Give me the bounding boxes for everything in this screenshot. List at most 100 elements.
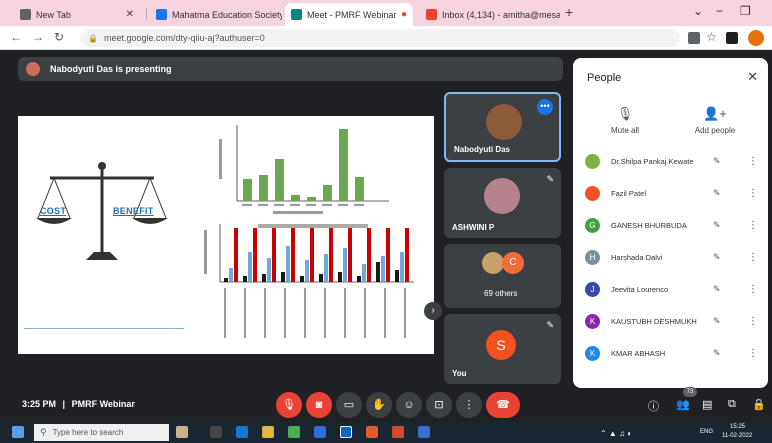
end-call-button[interactable]: ☎ (486, 392, 520, 418)
figure-bar (395, 270, 399, 282)
participant-name: Jeevita Lourenco (611, 284, 669, 294)
url-text: meet.google.com/dty-qiiu-aj?authuser=0 (103, 33, 265, 43)
tab-title: Meet - PMRF Webinar (307, 9, 397, 20)
browser-tab-meet[interactable]: Meet - PMRF Webinar ● (285, 3, 413, 26)
raise-hand-button[interactable]: ✋ (366, 392, 392, 418)
tab-title: Mahatma Education Society - Cl (172, 9, 282, 20)
clock-date[interactable]: 11-02-2022 (722, 433, 752, 439)
more-options-button[interactable]: ⋮ (456, 392, 482, 418)
browser-tab-new-tab[interactable]: New Tab ✕ (14, 3, 140, 26)
recording-dot-icon[interactable]: ● (401, 9, 407, 20)
camera-toggle-button[interactable]: ◙ (306, 392, 332, 418)
add-people-button[interactable]: 👤+ Add people (675, 106, 755, 135)
participant-avatar: J (585, 281, 600, 297)
close-icon[interactable]: ✕ (747, 69, 758, 85)
browser-tab-mes[interactable]: Mahatma Education Society - Cl ✕ (150, 3, 282, 26)
meeting-details-icon[interactable]: ⓘ (648, 398, 659, 414)
figure-bar (272, 228, 276, 282)
store-icon[interactable] (288, 426, 300, 438)
mic-off-icon: ✎ (713, 187, 721, 198)
meeting-separator: | (62, 399, 66, 409)
more-options-icon[interactable]: ⋮ (748, 284, 758, 295)
file-explorer-icon[interactable] (262, 426, 274, 438)
list-item[interactable]: K KAUSTUBH DESHMUKH ✎ ⋮ (573, 306, 768, 336)
more-options-icon[interactable]: ⋮ (748, 156, 758, 167)
mic-off-icon: ✎ (713, 347, 721, 358)
scroll-right-button[interactable]: › (424, 302, 442, 320)
participant-tile-ashwini[interactable]: ✎ ASHWINI P (444, 168, 561, 238)
mic-off-icon: ✎ (546, 174, 554, 184)
app-icon[interactable] (314, 426, 326, 438)
app-icon[interactable] (418, 426, 430, 438)
system-tray-icons[interactable]: ⌃ ▲ ♫ ◐ (600, 429, 632, 438)
tab-title: Inbox (4,134) - amitha@mesac.in (442, 9, 560, 20)
lock-icon: 🔒 (88, 33, 98, 43)
more-options-icon[interactable]: ••• (537, 99, 553, 115)
widgets-icon[interactable] (176, 426, 188, 438)
more-options-icon[interactable]: ⋮ (748, 348, 758, 359)
figure-bar (281, 272, 285, 282)
new-tab-button[interactable]: + (565, 4, 573, 20)
people-panel: People ✕ 🎙 Mute all 👤+ Add people Dr.Shi… (573, 58, 768, 388)
chrome-app-icon[interactable] (340, 426, 352, 438)
forward-icon[interactable]: → (32, 30, 44, 44)
list-item[interactable]: K KMAR ABHASH ✎ ⋮ (573, 338, 768, 368)
participant-photo (486, 104, 522, 140)
more-options-icon[interactable]: ⋮ (748, 252, 758, 263)
taskbar-search-box[interactable]: ⚲ Type here to search (34, 424, 169, 441)
add-people-label: Add people (694, 126, 736, 135)
clock-time[interactable]: 15:25 (730, 424, 745, 430)
list-item[interactable]: H Harshada Dalvi ✎ ⋮ (573, 242, 768, 272)
app-icon[interactable] (366, 426, 378, 438)
participant-name: KAUSTUBH DESHMUKH (611, 316, 697, 326)
language-indicator[interactable]: ENG (700, 429, 713, 435)
camera-indicator-icon[interactable] (688, 32, 700, 44)
people-icon[interactable]: 👥 (676, 398, 690, 411)
mic-toggle-button[interactable]: 🎙 (276, 392, 302, 418)
url-bar[interactable]: 🔒 meet.google.com/dty-qiiu-aj?authuser=0 (80, 29, 680, 47)
more-options-icon[interactable]: ⋮ (748, 188, 758, 199)
participant-tile-presenter[interactable]: ••• Nabodyuti Das (444, 92, 561, 162)
participant-tile-others[interactable]: C 69 others (444, 244, 561, 308)
participant-avatar: H (585, 249, 600, 265)
chat-icon[interactable]: ▤ (702, 398, 712, 411)
list-item[interactable]: Fazil Patel ✎ ⋮ (573, 178, 768, 208)
minimize-icon[interactable]: − (716, 4, 723, 18)
extension-icon[interactable] (726, 32, 738, 44)
list-item[interactable]: Dr.Shilpa Pankaj Kewate ✎ ⋮ (573, 146, 768, 176)
edge-icon[interactable] (236, 426, 248, 438)
browser-tab-inbox[interactable]: Inbox (4,134) - amitha@mesac.in ✕ (420, 3, 560, 26)
star-icon[interactable]: ☆ (706, 30, 717, 44)
close-icon[interactable]: ✕ (126, 9, 134, 20)
activities-icon[interactable]: ⧉ (728, 398, 736, 411)
profile-avatar[interactable] (748, 30, 764, 46)
host-controls-icon[interactable]: 🔒 (752, 398, 766, 411)
more-options-icon[interactable]: ⋮ (748, 220, 758, 231)
search-placeholder: Type here to search (52, 428, 124, 437)
tab-search-icon[interactable]: ⌄ (693, 4, 703, 18)
new-tab-icon (20, 9, 31, 20)
mute-all-icon: 🎙 (616, 106, 634, 121)
participant-avatar: C (502, 252, 524, 274)
participant-tile-self[interactable]: ✎ S You (444, 314, 561, 384)
captions-button[interactable]: ▭ (336, 392, 362, 418)
reload-icon[interactable]: ↻ (54, 30, 64, 44)
back-icon[interactable]: ← (10, 30, 22, 44)
app-icon[interactable] (392, 426, 404, 438)
others-count-label: 69 others (484, 289, 518, 298)
benefit-label: BENEFIT (113, 206, 154, 216)
figure-bar (319, 274, 323, 282)
cost-label: COST (40, 206, 67, 216)
windows-start-icon[interactable] (12, 426, 24, 438)
list-item[interactable]: J Jeevita Lourenco ✎ ⋮ (573, 274, 768, 304)
more-options-icon[interactable]: ⋮ (748, 316, 758, 327)
list-item[interactable]: G GANESH BHURBUDA ✎ ⋮ (573, 210, 768, 240)
reactions-button[interactable]: ☺ (396, 392, 422, 418)
participant-name: KMAR ABHASH (611, 348, 666, 358)
maximize-icon[interactable]: ❐ (740, 4, 751, 18)
task-view-icon[interactable] (210, 426, 222, 438)
meeting-time: 3:25 PM (22, 399, 57, 409)
present-button[interactable]: ⊡ (426, 392, 452, 418)
mute-all-button[interactable]: 🎙 Mute all (585, 106, 665, 135)
windows-taskbar: ⚲ Type here to search ⌃ ▲ ♫ ◐ ENG 15:25 … (0, 422, 772, 443)
